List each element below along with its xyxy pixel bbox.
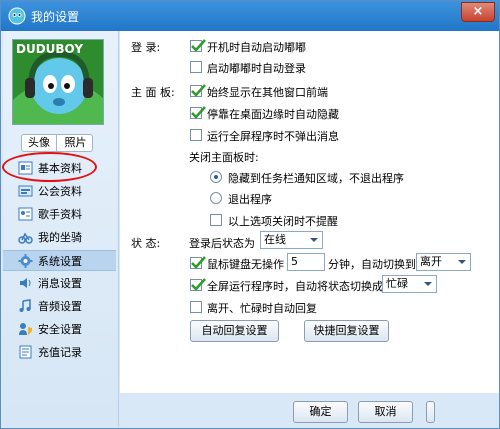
close-button[interactable]: × bbox=[461, 2, 495, 22]
settings-window: 我的设置 × DUDUBOY 头像 照片 基本资料 公会资料 歌手资料 我的坐骑… bbox=[0, 0, 500, 429]
auto-login-checkbox[interactable] bbox=[190, 61, 202, 73]
check-icon bbox=[191, 256, 206, 269]
singer-card-icon bbox=[18, 207, 33, 221]
fullscreen-switch-label: 全屏运行程序时，自动将状态切换成 bbox=[207, 280, 383, 293]
avatar-text: DUDUBOY bbox=[16, 42, 84, 56]
sidebar-item-recharge-record[interactable]: 充值记录 bbox=[3, 342, 116, 363]
auto-start-label: 开机时自动启动嘟嘟 bbox=[207, 41, 306, 54]
tab-avatar[interactable]: 头像 bbox=[22, 135, 57, 151]
auto-reply-settings-button[interactable]: 自动回复设置 bbox=[190, 320, 279, 342]
auto-reply-checkbox[interactable] bbox=[190, 301, 202, 313]
sidebar-item-label: 消息设置 bbox=[38, 277, 82, 290]
hide-to-tray-radio[interactable] bbox=[210, 171, 222, 183]
sidebar-item-label: 音频设置 bbox=[38, 300, 82, 313]
idle-target-value: 离开 bbox=[420, 255, 442, 268]
check-icon bbox=[191, 278, 206, 291]
login-section-label: 登 录: bbox=[131, 41, 161, 54]
login-status-value: 在线 bbox=[264, 233, 286, 246]
auto-hide-label: 停靠在桌面边缘时自动隐藏 bbox=[207, 108, 339, 121]
check-icon bbox=[191, 39, 206, 52]
login-status-select[interactable]: 在线 bbox=[260, 231, 323, 249]
sidebar-item-system-settings[interactable]: 系统设置 bbox=[3, 250, 116, 271]
ok-button[interactable]: 确定 bbox=[293, 401, 348, 423]
speaker-icon bbox=[20, 278, 31, 288]
sidebar-item-label: 歌手资料 bbox=[38, 208, 82, 221]
sidebar-item-label: 公会资料 bbox=[38, 185, 82, 198]
sidebar-item-label: 安全设置 bbox=[38, 323, 82, 336]
no-popup-fullscreen-checkbox[interactable] bbox=[190, 129, 202, 141]
window-title: 我的设置 bbox=[31, 10, 80, 24]
tab-photo[interactable]: 照片 bbox=[58, 135, 93, 151]
apply-button-edge[interactable] bbox=[426, 401, 435, 423]
idle-minutes-input[interactable]: 5 bbox=[287, 253, 325, 271]
sidebar-item-label: 系统设置 bbox=[38, 255, 82, 268]
sidebar-item-security-settings[interactable]: 安全设置 bbox=[3, 319, 116, 340]
avatar[interactable]: DUDUBOY bbox=[12, 39, 104, 125]
music-note-icon bbox=[19, 299, 31, 312]
avatar-tab-group: 头像 照片 bbox=[21, 134, 93, 152]
idle-target-select[interactable]: 离开 bbox=[416, 253, 471, 271]
settings-panel: 登 录: 开机时自动启动嘟嘟 启动嘟嘟时自动登录 主 面 板: 始终显示在其他窗… bbox=[120, 31, 499, 427]
hide-to-tray-label: 隐藏到任务栏通知区域，不退出程序 bbox=[228, 172, 404, 185]
sidebar-item-label: 我的坐骑 bbox=[38, 231, 82, 244]
auto-login-label: 启动嘟嘟时自动登录 bbox=[207, 62, 306, 75]
security-icon bbox=[19, 323, 32, 335]
app-logo-icon bbox=[8, 7, 26, 25]
sidebar-item-label: 充值记录 bbox=[38, 346, 82, 359]
guild-icon bbox=[18, 185, 33, 197]
record-icon bbox=[19, 345, 32, 359]
status-section-label: 状 态: bbox=[131, 237, 161, 250]
sidebar-item-message-settings[interactable]: 消息设置 bbox=[3, 273, 116, 294]
fullscreen-target-select[interactable]: 忙碌 bbox=[382, 275, 437, 293]
fullscreen-target-value: 忙碌 bbox=[386, 277, 408, 290]
login-status-label: 登录后状态为 bbox=[189, 237, 255, 250]
idle-switch-label: 鼠标键盘无操作 bbox=[207, 258, 284, 271]
main-panel-section-label: 主 面 板: bbox=[131, 86, 175, 99]
auto-reply-label: 离开、忙碌时自动回复 bbox=[207, 302, 317, 315]
idle-minutes-suffix: 分钟，自动切换到 bbox=[328, 258, 416, 271]
quick-reply-settings-button[interactable]: 快捷回复设置 bbox=[304, 320, 389, 342]
exit-program-radio[interactable] bbox=[210, 192, 222, 204]
no-remind-checkbox[interactable] bbox=[210, 214, 222, 226]
chevron-down-icon bbox=[310, 238, 318, 242]
exit-program-label: 退出程序 bbox=[228, 193, 272, 206]
auto-hide-checkbox[interactable] bbox=[190, 106, 206, 119]
gear-icon bbox=[18, 254, 33, 268]
sidebar-item-my-mount[interactable]: 我的坐骑 bbox=[3, 227, 116, 248]
idle-switch-checkbox[interactable] bbox=[190, 256, 206, 269]
fullscreen-switch-checkbox[interactable] bbox=[190, 278, 206, 291]
auto-start-checkbox[interactable] bbox=[190, 39, 206, 52]
always-on-top-label: 始终显示在其他窗口前端 bbox=[207, 86, 328, 99]
chevron-down-icon bbox=[458, 260, 466, 264]
title-bar[interactable]: 我的设置 × bbox=[1, 1, 499, 31]
check-icon bbox=[191, 106, 206, 119]
cancel-button[interactable]: 取消 bbox=[358, 401, 413, 423]
check-icon bbox=[191, 84, 206, 97]
close-panel-label: 关闭主面板时: bbox=[189, 151, 259, 164]
chevron-down-icon bbox=[424, 282, 432, 286]
sidebar-item-singer-profile[interactable]: 歌手资料 bbox=[3, 204, 116, 225]
sidebar: DUDUBOY 头像 照片 基本资料 公会资料 歌手资料 我的坐骑 系统设置 消… bbox=[2, 31, 119, 427]
sidebar-item-guild-profile[interactable]: 公会资料 bbox=[3, 181, 116, 202]
mount-icon bbox=[18, 232, 33, 244]
footer-bar: 确定 取消 bbox=[120, 393, 499, 427]
no-remind-label: 以上选项关闭时不提醒 bbox=[228, 215, 338, 228]
no-popup-fullscreen-label: 运行全屏程序时不弹出消息 bbox=[207, 130, 339, 143]
always-on-top-checkbox[interactable] bbox=[190, 84, 206, 97]
highlight-annotation bbox=[2, 152, 97, 182]
sidebar-item-audio-settings[interactable]: 音频设置 bbox=[3, 296, 116, 317]
